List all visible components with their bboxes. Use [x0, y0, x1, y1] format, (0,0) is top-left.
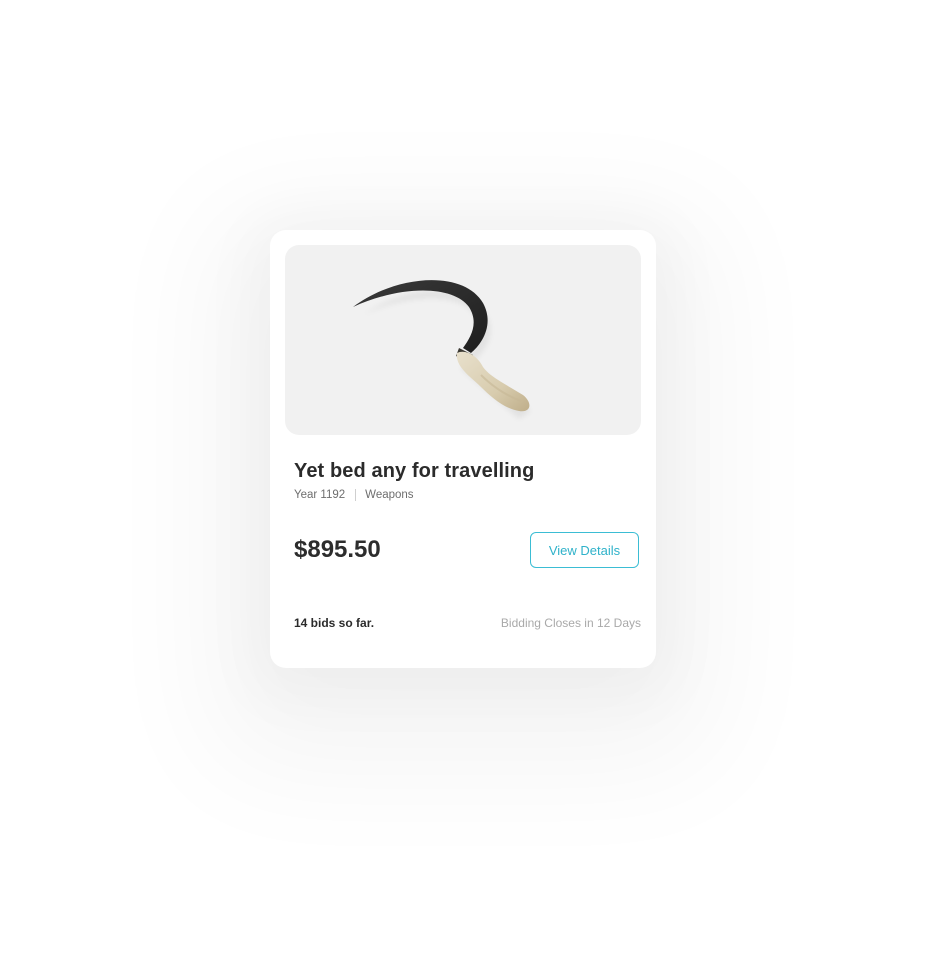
item-image [285, 245, 641, 435]
sickle-image [353, 280, 531, 419]
page: Yet bed any for travelling Year 1192 Wea… [0, 0, 926, 978]
view-details-button[interactable]: View Details [530, 532, 639, 568]
bid-count: 14 bids so far. [294, 616, 375, 630]
auction-item-card: Yet bed any for travelling Year 1192 Wea… [270, 230, 656, 668]
item-title: Yet bed any for travelling [294, 460, 535, 482]
bidding-closes-text: Bidding Closes in 12 Days [500, 616, 641, 630]
item-category: Weapons [365, 489, 414, 501]
meta-divider [355, 489, 357, 501]
item-price: $895.50 [294, 536, 381, 563]
item-year: Year 1192 [294, 489, 346, 501]
item-meta: Year 1192 Weapons [294, 489, 414, 501]
